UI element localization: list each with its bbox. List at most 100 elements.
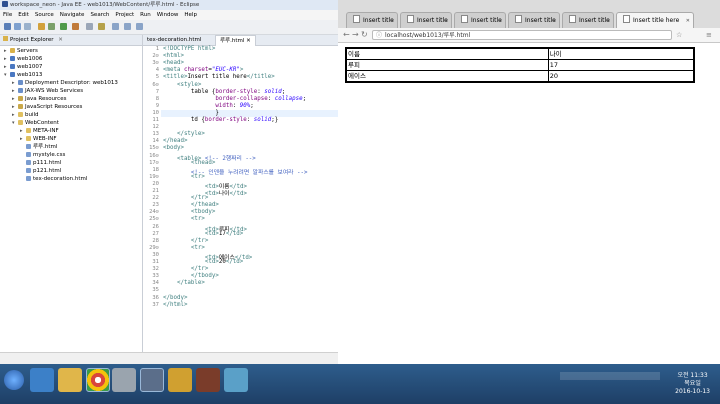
eclipse-menu-bar: File Edit Source Navigate Search Project Run Wi… <box>0 10 338 20</box>
pin-icon[interactable] <box>112 23 119 30</box>
code-line: </thead> <box>163 202 219 209</box>
tree-item-label: Java Resources <box>25 96 67 102</box>
clock-time: 오전 11:33 <box>677 372 708 379</box>
close-icon[interactable]: ✕ <box>686 13 690 28</box>
close-icon[interactable]: ✕ <box>606 13 610 28</box>
tree-item[interactable]: ▸ Java Resources <box>12 95 66 103</box>
open-type-icon[interactable] <box>86 23 93 30</box>
code-line: <td>17</td> <box>163 230 244 237</box>
table-row: 이름 나이 <box>345 47 695 60</box>
line-number: 24⊝ <box>149 209 159 216</box>
tree-item[interactable]: mystyle.css <box>20 151 65 159</box>
url-field[interactable]: ⓘ localhost/web1013/루루.html <box>372 30 672 40</box>
external-tools-icon[interactable] <box>72 23 79 30</box>
file-explorer-icon[interactable] <box>58 368 82 392</box>
tree-item[interactable]: ▸ Servers <box>4 47 38 55</box>
menu-navigate[interactable]: Navigate <box>57 10 88 20</box>
browser-tab-active[interactable]: Insert title here ✕ <box>616 12 694 28</box>
clock[interactable]: 오전 11:33 목요일 2016-10-13 <box>675 372 710 396</box>
tree-item[interactable]: p111.html <box>20 159 61 167</box>
close-icon[interactable]: ✕ <box>552 13 556 28</box>
menu-search[interactable]: Search <box>87 10 112 20</box>
browser-tab[interactable]: Insert title ✕ <box>562 12 614 28</box>
app-icon[interactable] <box>196 368 220 392</box>
menu-help[interactable]: Help <box>181 10 200 20</box>
tree-item-label: web1007 <box>17 64 43 70</box>
menu-file[interactable]: File <box>0 10 15 20</box>
line-number: 13 <box>152 131 159 138</box>
code-line: </body> <box>163 294 188 301</box>
table-cell: 에이스 <box>345 70 549 83</box>
tree-item-icon <box>18 111 23 117</box>
run-icon[interactable] <box>60 23 67 30</box>
start-button-icon[interactable] <box>4 370 24 390</box>
next-annotation-icon[interactable] <box>136 23 143 30</box>
code-line: </tr> <box>163 195 209 202</box>
tree-item[interactable]: tex-decoration.html <box>20 175 87 183</box>
code-line: <head> <box>163 60 184 67</box>
eclipse-window: workspace_neon - Java EE - web1013/WebCo… <box>0 0 338 365</box>
browser-tab[interactable]: Insert title ✕ <box>400 12 452 28</box>
close-icon[interactable]: ✕ <box>498 13 502 28</box>
tree-item[interactable]: ▸ web1006 <box>4 55 42 63</box>
tree-item[interactable]: ▾ WebContent <box>12 119 59 127</box>
eclipse-title-bar[interactable]: workspace_neon - Java EE - web1013/WebCo… <box>0 0 338 10</box>
media-player-icon[interactable] <box>112 368 136 392</box>
save-icon[interactable] <box>14 23 21 30</box>
forward-icon[interactable]: → <box>352 30 359 40</box>
tree-item[interactable]: ▸ META-INF <box>20 127 59 135</box>
code-line: </head> <box>163 138 188 145</box>
print-icon[interactable] <box>24 23 31 30</box>
menu-source[interactable]: Source <box>32 10 57 20</box>
close-icon[interactable]: ✕ <box>246 38 251 44</box>
paint-icon[interactable] <box>224 368 248 392</box>
line-number: 3⊝ <box>152 60 159 67</box>
browser-tab[interactable]: Insert title ✕ <box>454 12 506 28</box>
editor-tab-bar: tex-decoration.html 루루.html ✕ <box>143 35 338 46</box>
folder-icon[interactable] <box>168 368 192 392</box>
browser-tab[interactable]: Insert title ✕ <box>508 12 560 28</box>
close-icon[interactable]: ✕ <box>444 13 448 28</box>
debug-icon[interactable] <box>48 23 55 30</box>
system-tray[interactable] <box>560 372 660 380</box>
tree-item[interactable]: ▸ build <box>12 111 39 119</box>
new-icon[interactable] <box>4 23 11 30</box>
line-number: 30 <box>152 251 159 258</box>
menu-icon[interactable]: ≡ <box>706 30 712 40</box>
tree-item[interactable]: 루루.html <box>20 143 57 151</box>
back-icon[interactable]: ← <box>343 30 350 40</box>
table-cell: 17 <box>547 59 695 71</box>
star-icon[interactable]: ☆ <box>676 30 682 40</box>
line-number: 35 <box>152 287 159 294</box>
tree-item[interactable]: ▸ JAX-WS Web Services <box>12 87 83 95</box>
internet-explorer-icon[interactable] <box>30 368 54 392</box>
menu-run[interactable]: Run <box>137 10 154 20</box>
editor-tab-active[interactable]: 루루.html ✕ <box>215 35 256 46</box>
close-icon[interactable]: ✕ <box>58 37 63 43</box>
browser-tab[interactable]: Insert title ✕ <box>346 12 398 28</box>
tree-item[interactable]: ▸ JavaScript Resources <box>12 103 82 111</box>
search-icon[interactable] <box>98 23 105 30</box>
tree-item[interactable]: ▾ web1013 <box>4 71 42 79</box>
editor-text-area[interactable]: 1 2⊝ 3⊝ 4 5 6⊝ 7 8 9 10 11 12 13 14 15⊝ 16⊝ 17⊝ 18 19⊝ 20 21… <box>143 46 338 352</box>
tree-item[interactable]: ▸ WEB-INF <box>20 135 57 143</box>
menu-window[interactable]: Window <box>154 10 182 20</box>
menu-edit[interactable]: Edit <box>15 10 32 20</box>
chrome-icon[interactable] <box>86 368 110 392</box>
prev-annotation-icon[interactable] <box>124 23 131 30</box>
menu-project[interactable]: Project <box>112 10 137 20</box>
line-number: 2⊝ <box>152 53 159 60</box>
eclipse-icon[interactable] <box>140 368 164 392</box>
server-icon[interactable] <box>38 23 45 30</box>
tree-item-icon <box>18 87 23 93</box>
tree-item[interactable]: ▸ web1007 <box>4 63 42 71</box>
tree-item[interactable]: p121.html <box>20 167 61 175</box>
line-number: 27 <box>152 230 159 237</box>
close-icon[interactable]: ✕ <box>390 13 394 28</box>
reload-icon[interactable]: ↻ <box>361 30 368 40</box>
code-line: td {border-style: solid;} <box>163 117 279 123</box>
line-number: 20 <box>152 180 159 187</box>
tree-item[interactable]: ▸ Deployment Descriptor: web1013 <box>12 79 118 87</box>
editor-tab-tex-decoration[interactable]: tex-decoration.html <box>143 35 205 45</box>
windows-taskbar: 오전 11:33 목요일 2016-10-13 <box>0 364 720 404</box>
